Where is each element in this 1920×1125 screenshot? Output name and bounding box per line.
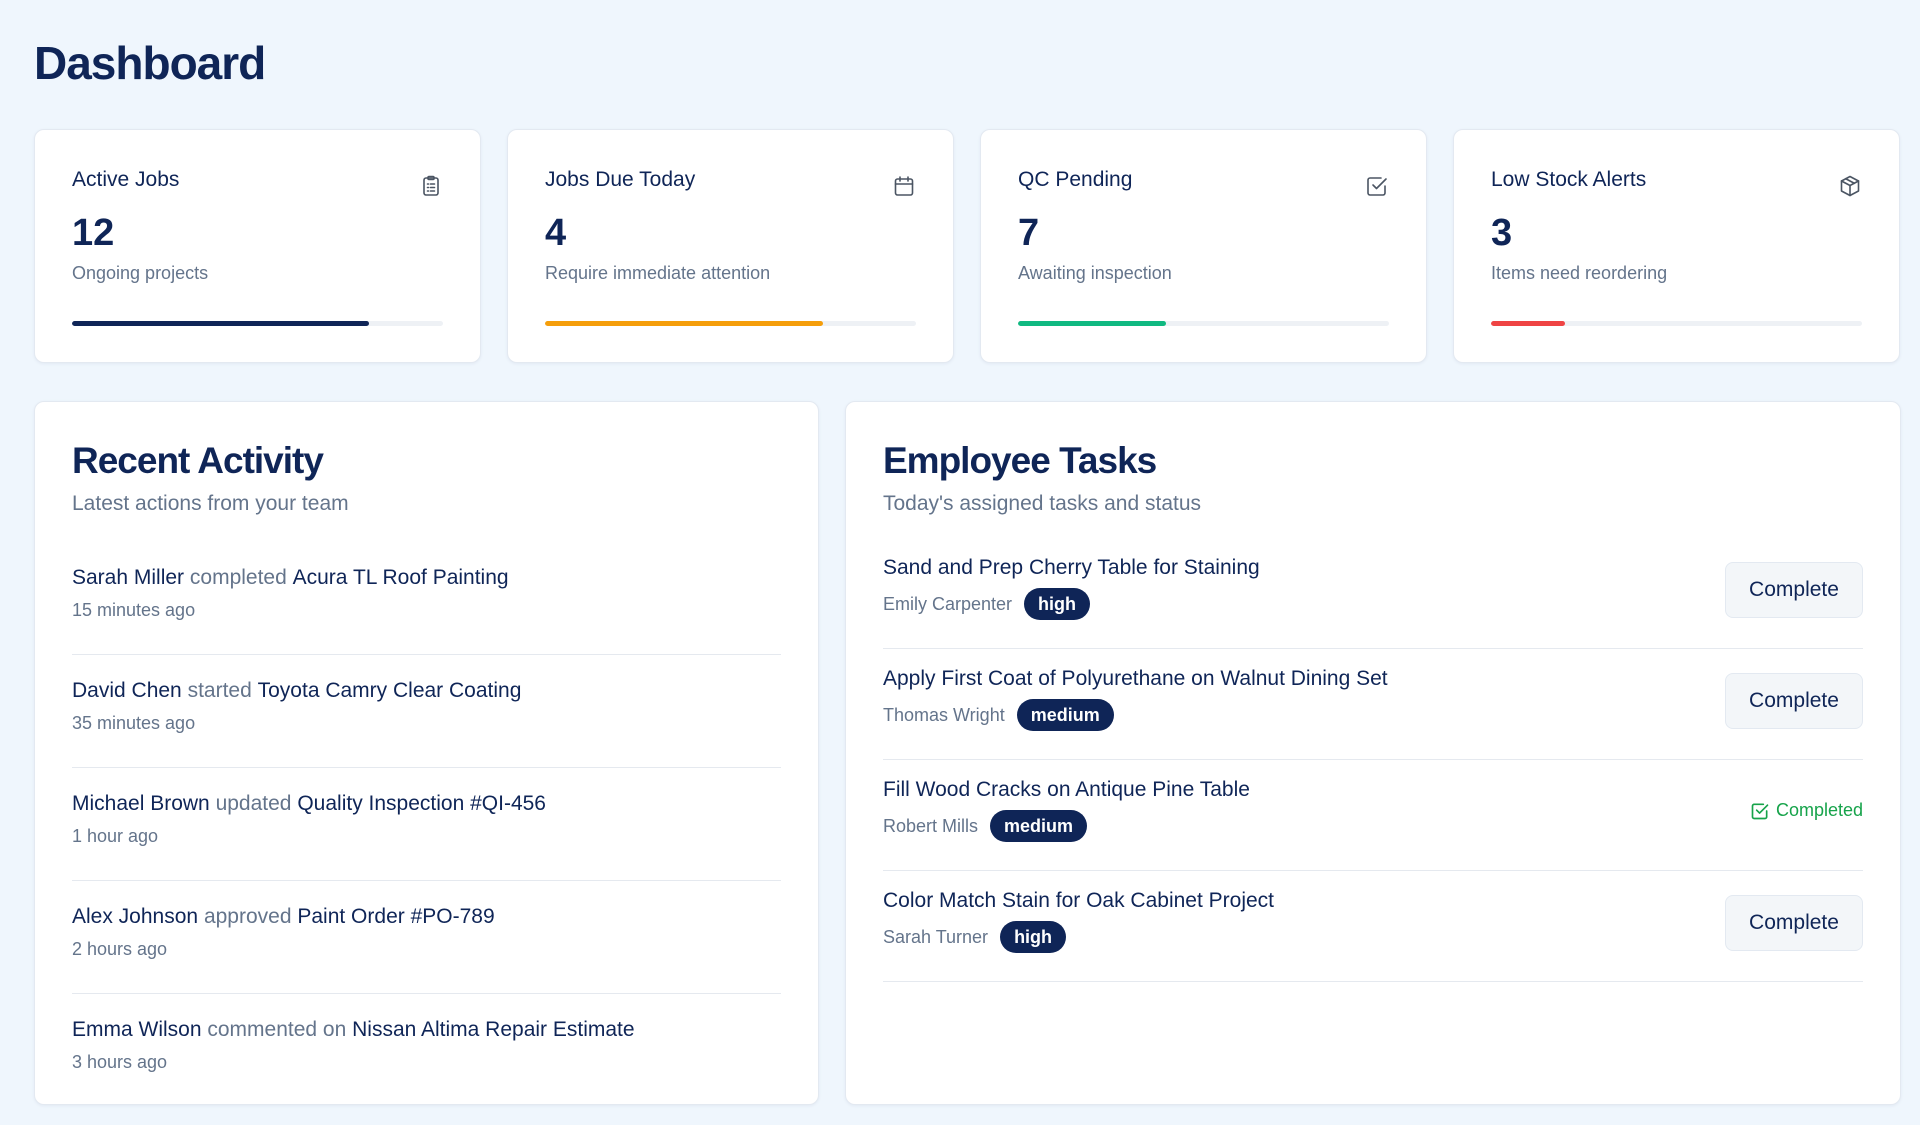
activity-item: Alex Johnson approved Paint Order #PO-78…: [72, 881, 781, 994]
task-title: Apply First Coat of Polyurethane on Waln…: [883, 667, 1388, 690]
progress-bar: [545, 321, 916, 326]
panel-subtitle: Today's assigned tasks and status: [883, 492, 1202, 515]
activity-person: Sarah Miller: [72, 566, 185, 589]
activity-person: Emma Wilson: [72, 1018, 202, 1041]
activity-list: Sarah Miller completed Acura TL Roof Pai…: [72, 542, 781, 1107]
complete-button[interactable]: Complete: [1725, 895, 1863, 951]
stat-card-jobs-due-today: Jobs Due Today 4 Require immediate atten…: [507, 129, 954, 363]
package-icon: [1838, 174, 1862, 198]
activity-verb: approved: [203, 905, 292, 928]
stat-value: 3: [1491, 212, 1513, 254]
progress-bar-fill: [72, 321, 369, 326]
task-assignee: Robert Mills: [883, 815, 979, 836]
stat-card-low-stock-alerts: Low Stock Alerts 3 Items need reordering: [1453, 129, 1900, 363]
stat-card-active-jobs: Active Jobs 12 Ongoing projects: [34, 129, 481, 363]
stat-label: QC Pending: [1018, 168, 1133, 191]
priority-badge: high: [1000, 921, 1067, 953]
task-assignee: Emily Carpenter: [883, 593, 1013, 614]
activity-time: 2 hours ago: [72, 939, 168, 959]
stat-subtitle: Awaiting inspection: [1018, 263, 1172, 283]
activity-item: Sarah Miller completed Acura TL Roof Pai…: [72, 542, 781, 655]
activity-target-link[interactable]: Quality Inspection #QI-456: [297, 792, 546, 815]
task-item: Apply First Coat of Polyurethane on Waln…: [883, 649, 1863, 760]
page-title: Dashboard: [34, 37, 266, 89]
completed-label: Completed: [1775, 800, 1863, 820]
clipboard-icon: [419, 174, 443, 198]
activity-time: 1 hour ago: [72, 826, 159, 846]
progress-bar-fill: [1018, 321, 1167, 326]
employee-tasks-panel: Employee Tasks Today's assigned tasks an…: [845, 401, 1901, 1105]
task-title: Color Match Stain for Oak Cabinet Projec…: [883, 889, 1275, 912]
activity-item: Michael Brown updated Quality Inspection…: [72, 768, 781, 881]
activity-target-link[interactable]: Paint Order #PO-789: [297, 905, 494, 928]
activity-item: David Chen started Toyota Camry Clear Co…: [72, 655, 781, 768]
check-square-icon: [1365, 174, 1389, 198]
calendar-icon: [892, 174, 916, 198]
activity-person: Michael Brown: [72, 792, 210, 815]
stat-value: 12: [72, 212, 115, 254]
priority-badge: high: [1024, 588, 1091, 620]
activity-person: David Chen: [72, 679, 182, 702]
activity-time: 15 minutes ago: [72, 600, 196, 620]
task-assignee: Thomas Wright: [883, 704, 1005, 725]
stat-subtitle: Items need reordering: [1491, 263, 1668, 283]
activity-item: Emma Wilson commented on Nissan Altima R…: [72, 994, 781, 1107]
complete-button[interactable]: Complete: [1725, 562, 1863, 618]
progress-bar: [1491, 321, 1862, 326]
check-square-icon: [1751, 803, 1769, 819]
panel-title: Employee Tasks: [883, 440, 1157, 481]
priority-badge: medium: [990, 810, 1088, 842]
task-item: Color Match Stain for Oak Cabinet Projec…: [883, 871, 1863, 982]
activity-time: 35 minutes ago: [72, 713, 196, 733]
task-assignee: Sarah Turner: [883, 926, 989, 947]
recent-activity-panel: Recent Activity Latest actions from your…: [34, 401, 819, 1105]
task-title: Fill Wood Cracks on Antique Pine Table: [883, 778, 1250, 801]
activity-verb: updated: [215, 792, 292, 815]
stat-value: 7: [1018, 212, 1040, 254]
progress-bar: [1018, 321, 1389, 326]
stat-subtitle: Ongoing projects: [72, 263, 209, 283]
task-list: Sand and Prep Cherry Table for Staining …: [883, 538, 1863, 982]
progress-bar: [72, 321, 443, 326]
stats-row: Active Jobs 12 Ongoing projects Jobs Due…: [34, 129, 1900, 363]
activity-person: Alex Johnson: [72, 905, 199, 928]
progress-bar-fill: [1491, 321, 1566, 326]
complete-button[interactable]: Complete: [1725, 673, 1863, 729]
task-item: Fill Wood Cracks on Antique Pine Table R…: [883, 760, 1863, 871]
stat-value: 4: [545, 212, 567, 254]
stat-label: Jobs Due Today: [545, 168, 696, 191]
activity-verb: started: [187, 679, 252, 702]
activity-target-link[interactable]: Acura TL Roof Painting: [293, 566, 509, 589]
activity-target-link[interactable]: Nissan Altima Repair Estimate: [352, 1018, 634, 1041]
progress-bar-fill: [545, 321, 824, 326]
activity-target-link[interactable]: Toyota Camry Clear Coating: [258, 679, 522, 702]
priority-badge: medium: [1016, 699, 1114, 731]
completed-status: Completed: [1750, 800, 1863, 821]
stat-label: Low Stock Alerts: [1491, 168, 1647, 191]
stat-label: Active Jobs: [72, 168, 180, 191]
panel-title: Recent Activity: [72, 440, 324, 481]
stat-subtitle: Require immediate attention: [545, 263, 771, 283]
activity-time: 3 hours ago: [72, 1052, 168, 1072]
activity-verb: commented on: [207, 1018, 347, 1041]
task-title: Sand and Prep Cherry Table for Staining: [883, 556, 1260, 579]
dashboard-page: Dashboard Active Jobs 12 Ongoing project…: [0, 0, 1920, 1125]
task-item: Sand and Prep Cherry Table for Staining …: [883, 538, 1863, 649]
activity-verb: completed: [189, 566, 287, 589]
stat-card-qc-pending: QC Pending 7 Awaiting inspection: [980, 129, 1427, 363]
panel-subtitle: Latest actions from your team: [72, 492, 349, 515]
